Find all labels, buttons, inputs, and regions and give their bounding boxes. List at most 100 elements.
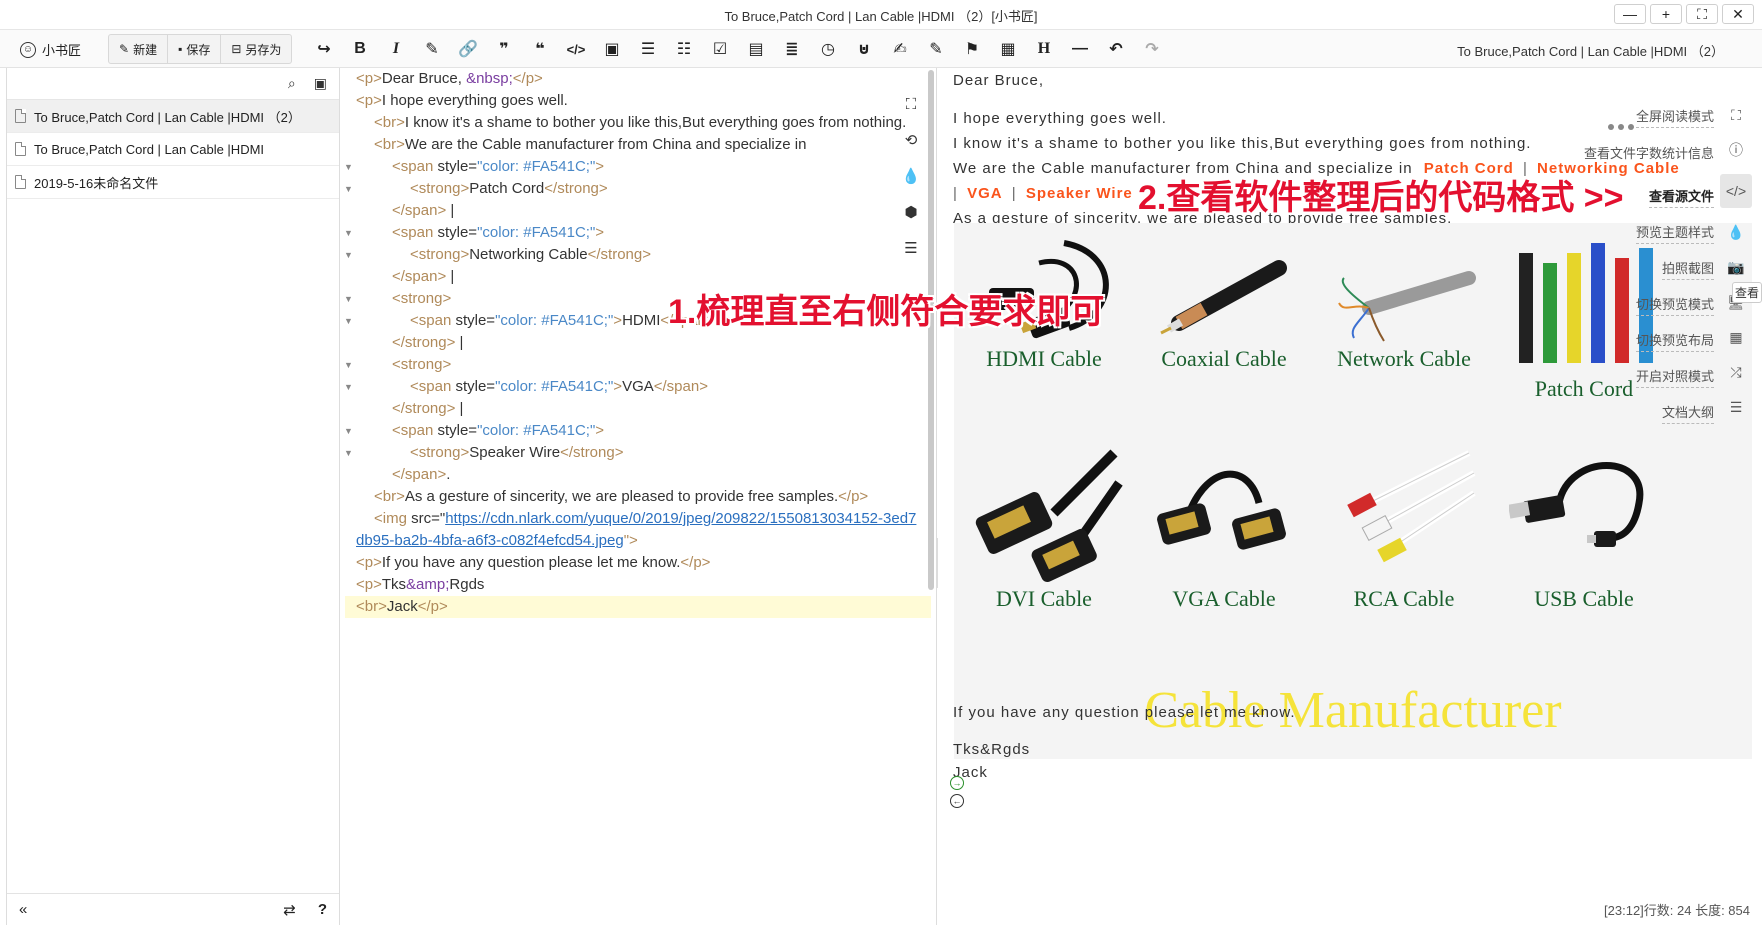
fold-arrow-icon[interactable]: ▼	[344, 222, 353, 244]
code-attr: style=	[451, 378, 496, 395]
help-icon[interactable]: ?	[318, 901, 327, 919]
product-name: Coaxial Cable	[1161, 346, 1287, 371]
brush-icon[interactable]: ✎	[414, 34, 450, 64]
file-button-group: ✎ 新建 ▪ 保存 ⊟ 另存为	[108, 34, 293, 64]
code-attr: src="	[406, 510, 446, 527]
fold-arrow-icon[interactable]: ▼	[344, 376, 353, 398]
code-tag: </span>	[392, 202, 447, 219]
fullscreen-button[interactable]: ⛶	[1686, 4, 1718, 24]
fullscreen-read-item[interactable]: 全屏阅读模式	[1635, 104, 1714, 128]
fullscreen-icon[interactable]: ⛶	[1720, 104, 1752, 126]
code-text: Networking Cable	[469, 246, 588, 263]
product-name: HDMI Cable	[986, 346, 1102, 371]
code-tag: </strong>	[544, 180, 608, 197]
compare-mode-item[interactable]: 开启对照模式	[1635, 364, 1714, 388]
theme-drop-icon[interactable]: 💧	[1720, 221, 1752, 243]
outline-item[interactable]: 文档大纲	[1661, 400, 1714, 424]
switch-layout-item[interactable]: 切换预览布局	[1635, 328, 1714, 352]
file-item[interactable]: To Bruce,Patch Cord | Lan Cable |HDMI	[7, 133, 339, 166]
new-button[interactable]: ✎ 新建	[109, 35, 169, 63]
align-icon[interactable]: ≣	[774, 34, 810, 64]
grid-icon[interactable]: ▦	[990, 34, 1026, 64]
preview-line: I know it's a shame to bother you like t…	[953, 135, 1532, 152]
code-tag: </strong>	[587, 246, 651, 263]
save-button[interactable]: ▪ 保存	[168, 35, 222, 63]
info-icon[interactable]: ⓘ	[1720, 139, 1752, 161]
fold-arrow-icon[interactable]: ▼	[344, 420, 353, 442]
swap-icon[interactable]: ⇄	[283, 901, 296, 919]
image-icon[interactable]: ▣	[594, 34, 630, 64]
close-button[interactable]: ✕	[1722, 4, 1754, 24]
minimize-button[interactable]: —	[1614, 4, 1646, 24]
unordered-list-icon[interactable]: ☷	[666, 34, 702, 64]
product-name: USB Cable	[1534, 586, 1634, 611]
source-editor[interactable]: <p>Dear Bruce, &nbsp;</p> <p>I hope ever…	[341, 68, 941, 925]
blockquote-icon[interactable]: ❝	[522, 34, 558, 64]
file-icon	[15, 109, 26, 123]
horizontal-rule-icon[interactable]: —	[1062, 34, 1098, 64]
code-area[interactable]: <p>Dear Bruce, &nbsp;</p> <p>I hope ever…	[341, 68, 931, 618]
next-arrow-icon[interactable]: →	[950, 776, 964, 790]
fold-arrow-icon[interactable]: ▼	[344, 244, 353, 266]
layout-grid-icon[interactable]: ▦	[1720, 326, 1752, 348]
outline-icon[interactable]: ☰	[1720, 396, 1752, 418]
code-attr-value: "color: #FA541C;"	[495, 312, 614, 329]
search-icon[interactable]: ⌕	[288, 75, 296, 92]
code-line: ▼ <span style="color: #FA541C;">VGA</span…	[341, 376, 931, 398]
italic-icon[interactable]: I	[378, 34, 414, 64]
fold-arrow-icon[interactable]: ▼	[344, 178, 353, 200]
package-icon[interactable]: ⬢	[904, 203, 917, 221]
source-code-icon[interactable]: </>	[1720, 174, 1752, 208]
code-text: I hope everything goes well.	[381, 92, 568, 109]
code-icon[interactable]: </>	[558, 34, 594, 64]
vga-cable-icon	[1157, 470, 1286, 550]
preview-separator: |	[1011, 185, 1017, 202]
fullscreen-icon[interactable]: ⛶	[906, 96, 917, 113]
view-source-item[interactable]: 查看源文件	[1648, 184, 1714, 208]
shuffle-icon[interactable]: ⤮	[1720, 361, 1752, 383]
quote-icon[interactable]: ❞	[486, 34, 522, 64]
table-icon[interactable]: ▤	[738, 34, 774, 64]
menu-icon[interactable]: ☰	[904, 239, 917, 257]
preview-line: Jack	[953, 764, 988, 781]
ordered-list-icon[interactable]: ☰	[630, 34, 666, 64]
camera-icon[interactable]: 📷	[1720, 256, 1752, 278]
theme-drop-icon[interactable]: 💧	[902, 167, 921, 185]
word-count-item[interactable]: 查看文件字数统计信息	[1584, 140, 1714, 164]
link-icon[interactable]: 🔗	[450, 34, 486, 64]
save-icon: ▪	[178, 42, 183, 56]
heading-icon[interactable]: H	[1026, 34, 1062, 64]
history-icon[interactable]: ⟲	[905, 131, 918, 149]
switch-preview-mode-item[interactable]: 切换预览模式	[1635, 292, 1714, 316]
preview-theme-item[interactable]: 预览主题样式	[1635, 220, 1714, 244]
fold-arrow-icon[interactable]: ▼	[344, 156, 353, 178]
save-as-button[interactable]: ⊟ 另存为	[221, 35, 291, 63]
code-line: </strong> |	[341, 398, 931, 420]
fold-arrow-icon[interactable]: ▼	[344, 442, 353, 464]
redo-icon[interactable]: ↷	[1134, 34, 1170, 64]
window-title: To Bruce,Patch Cord | Lan Cable |HDMI （2…	[724, 9, 1038, 24]
flag-icon[interactable]: ⚑	[954, 34, 990, 64]
undo-icon[interactable]: ↶	[1098, 34, 1134, 64]
maximize-button[interactable]: +	[1650, 4, 1682, 24]
briefcase-icon[interactable]: ▣	[314, 75, 327, 92]
task-list-icon[interactable]: ☑	[702, 34, 738, 64]
code-tag: <br>	[374, 488, 405, 505]
bold-icon[interactable]: B	[342, 34, 378, 64]
code-tag: <p>	[356, 92, 382, 109]
file-item[interactable]: 2019-5-16未命名文件	[7, 166, 339, 199]
clock-icon[interactable]: ◷	[810, 34, 846, 64]
fold-arrow-icon[interactable]: ▼	[344, 288, 353, 310]
screenshot-item[interactable]: 拍照截图	[1661, 256, 1714, 280]
network-cable-icon	[1338, 271, 1476, 342]
product-card: RCA Cable	[1329, 443, 1479, 612]
magnet-icon[interactable]: ⊍	[846, 34, 882, 64]
annotate-icon[interactable]: ✎	[918, 34, 954, 64]
fold-arrow-icon[interactable]: ▼	[344, 310, 353, 332]
share-icon[interactable]: ↪	[306, 34, 342, 64]
signature-icon[interactable]: ✍	[882, 34, 918, 64]
fold-arrow-icon[interactable]: ▼	[344, 354, 353, 376]
file-item[interactable]: To Bruce,Patch Cord | Lan Cable |HDMI （2…	[7, 100, 339, 133]
collapse-sidebar-icon[interactable]: «	[19, 901, 27, 918]
prev-arrow-icon[interactable]: ←	[950, 794, 964, 808]
